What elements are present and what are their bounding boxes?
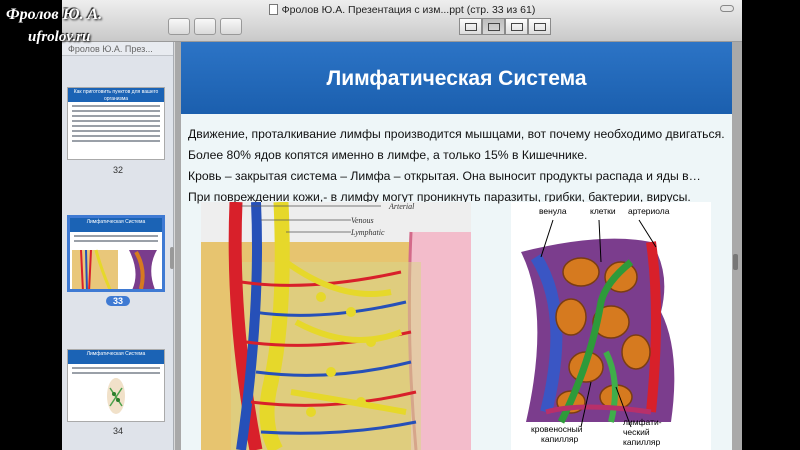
label-lymphatic: Lymphatic bbox=[351, 228, 385, 237]
slide-title: Лимфатическая Система bbox=[326, 67, 587, 90]
contact-sheet-icon bbox=[533, 22, 546, 31]
two-page-icon bbox=[510, 22, 523, 31]
thumbnail-figures bbox=[72, 248, 160, 289]
label-lymph-capillary: лимфати- ческий капилляр bbox=[623, 417, 662, 447]
document-icon bbox=[268, 4, 278, 15]
body-line-1: Движение, проталкивание лимфы производит… bbox=[188, 127, 725, 141]
titlebar: Фролов Ю.А. Презентация с изм...ppt (стр… bbox=[62, 0, 742, 42]
toolbar-toggle-button[interactable] bbox=[720, 5, 734, 12]
lymph-vessel-drawing bbox=[201, 202, 471, 450]
two-page-view-button[interactable] bbox=[505, 18, 528, 35]
annotate-button[interactable] bbox=[220, 18, 242, 35]
toolbar-left bbox=[168, 18, 242, 35]
channel-watermark: Фролов Ю. А. ufrolov.ru bbox=[6, 4, 102, 48]
page-number-34: 34 bbox=[112, 426, 123, 436]
main-scrollbar[interactable] bbox=[733, 254, 738, 270]
thumbnail-title: Лимфатическая Система bbox=[68, 350, 164, 364]
window-title: Фролов Ю.А. Презентация с изм...ppt (стр… bbox=[62, 4, 742, 16]
thumbnail-title: Как приготовить пунктов для вашего орган… bbox=[68, 88, 164, 102]
watermark-site: ufrolov.ru bbox=[28, 29, 91, 45]
capillary-drawing bbox=[521, 219, 675, 428]
single-page-icon bbox=[464, 22, 477, 31]
label-blood-capillary: кровеносный капилляр bbox=[531, 424, 583, 444]
screen: Фролов Ю.А. Презентация с изм...ppt (стр… bbox=[0, 0, 800, 450]
label-venous: Venous bbox=[351, 216, 374, 225]
body-line-3: Кровь – закрытая система – Лимфа – откры… bbox=[188, 169, 701, 183]
continuous-icon bbox=[487, 22, 500, 31]
main-document-area: Лимфатическая Система Движение, проталки… bbox=[175, 42, 742, 450]
thumbnail-page-33[interactable]: Лимфатическая Система bbox=[67, 215, 165, 292]
label-arteriole: артериола bbox=[628, 206, 670, 216]
thumbnail-figure bbox=[107, 378, 125, 414]
continuous-view-button[interactable] bbox=[482, 18, 505, 35]
lymphatic-vessels-illustration: Arterial Venous Lymphatic bbox=[201, 202, 471, 450]
label-arterial: Arterial bbox=[389, 202, 415, 211]
thumbnail-page-32[interactable]: Как приготовить пунктов для вашего орган… bbox=[67, 87, 165, 160]
view-mode-segmented bbox=[459, 18, 551, 35]
watermark-author: Фролов Ю. А. bbox=[6, 6, 103, 23]
page-number-32: 32 bbox=[112, 165, 123, 175]
sidebar-scrollbar[interactable] bbox=[170, 247, 174, 269]
sidebar-toggle-button[interactable] bbox=[168, 18, 190, 35]
capillary-tissue-illustration: венула клетки артериола кровеносный капи… bbox=[511, 202, 711, 450]
single-page-view-button[interactable] bbox=[459, 18, 482, 35]
thumbnail-page-34[interactable]: Лимфатическая Система bbox=[67, 349, 165, 422]
thumbnail-title: Лимфатическая Система bbox=[70, 218, 162, 232]
label-cells: клетки bbox=[590, 206, 616, 216]
label-venule: венула bbox=[539, 206, 567, 216]
slide-page: Лимфатическая Система Движение, проталки… bbox=[181, 42, 732, 450]
contact-sheet-view-button[interactable] bbox=[528, 18, 551, 35]
slide-body: Движение, проталкивание лимфы производит… bbox=[188, 124, 728, 208]
grid-button[interactable] bbox=[194, 18, 216, 35]
window-title-text: Фролов Ю.А. Презентация с изм...ppt (стр… bbox=[281, 4, 536, 16]
preview-window: Фролов Ю.А. Презентация с изм...ppt (стр… bbox=[62, 0, 742, 450]
page-number-33: 33 bbox=[62, 296, 174, 306]
thumbnail-sidebar: Фролов Ю.А. През... Как приготовить пунк… bbox=[62, 42, 174, 450]
body-line-2: Более 80% ядов копятся именно в лимфе, а… bbox=[188, 148, 588, 162]
